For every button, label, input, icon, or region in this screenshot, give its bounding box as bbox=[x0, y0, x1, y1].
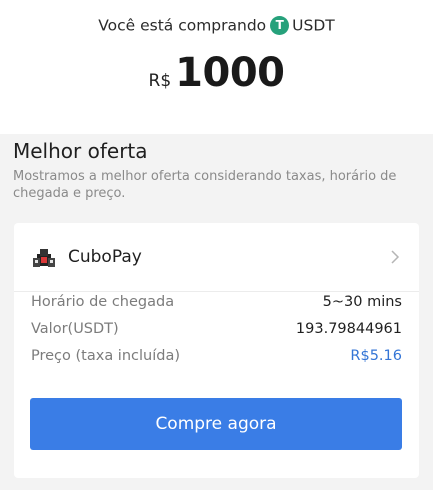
provider-name: CuboPay bbox=[68, 247, 142, 267]
coin-symbol: USDT bbox=[292, 16, 335, 35]
provider-row[interactable]: CuboPay bbox=[14, 223, 419, 292]
purchase-header: Você está comprando T USDT R$ 1000 bbox=[0, 0, 433, 134]
purchase-amount: R$ 1000 bbox=[0, 50, 433, 96]
detail-row-amount: Valor(USDT) 193.79844961 bbox=[31, 321, 402, 343]
best-offer-title: Melhor oferta bbox=[13, 139, 148, 163]
detail-row-price: Preço (taxa incluída) R$5.16 bbox=[31, 348, 402, 370]
buying-summary: Você está comprando T USDT bbox=[0, 16, 433, 35]
arrival-value: 5~30 mins bbox=[322, 294, 402, 310]
cubopay-logo-icon bbox=[33, 249, 55, 267]
usdt-coin-icon: T bbox=[270, 16, 290, 35]
detail-row-arrival: Horário de chegada 5~30 mins bbox=[31, 294, 402, 316]
price-value: R$5.16 bbox=[350, 348, 402, 364]
buy-now-button[interactable]: Compre agora bbox=[30, 398, 402, 450]
price-label: Preço (taxa incluída) bbox=[31, 348, 180, 364]
usdt-amount-value: 193.79844961 bbox=[295, 321, 402, 337]
buying-text: Você está comprando bbox=[98, 16, 267, 35]
usdt-amount-label: Valor(USDT) bbox=[31, 321, 119, 337]
offer-card: CuboPay Horário de chegada 5~30 mins Val… bbox=[14, 223, 419, 478]
arrival-label: Horário de chegada bbox=[31, 294, 175, 310]
amount-value: 1000 bbox=[175, 50, 285, 96]
currency-symbol: R$ bbox=[148, 71, 172, 91]
chevron-right-icon[interactable] bbox=[385, 247, 405, 267]
best-offer-description: Mostramos a melhor oferta considerando t… bbox=[13, 169, 397, 201]
